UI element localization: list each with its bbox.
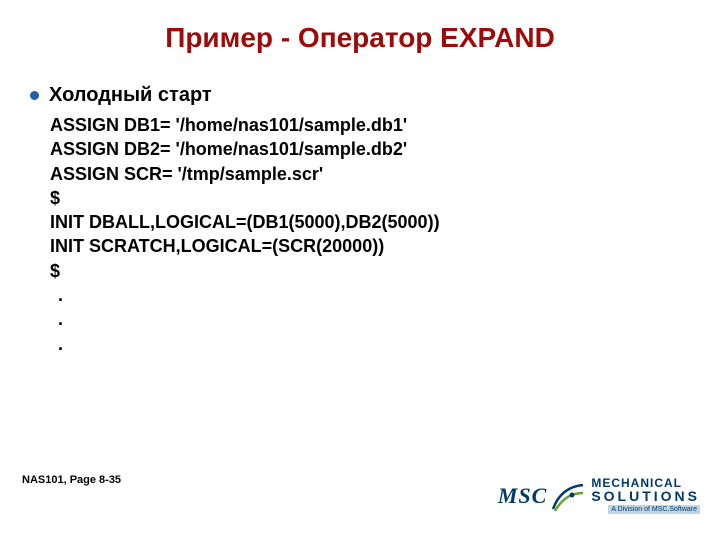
bullet-text: Холодный старт: [49, 84, 212, 107]
dot: .: [58, 332, 690, 356]
company-logo: MSC MECHANICAL SOLUTIONS A Division of M…: [498, 477, 700, 514]
code-block: ASSIGN DB1= '/home/nas101/sample.db1' AS…: [30, 113, 690, 283]
code-line: INIT DBALL,LOGICAL=(DB1(5000),DB2(5000)): [50, 212, 440, 232]
code-line: $: [50, 261, 60, 281]
code-line: ASSIGN SCR= '/tmp/sample.scr': [50, 164, 323, 184]
bullet-item: Холодный старт: [30, 84, 690, 107]
code-line: ASSIGN DB2= '/home/nas101/sample.db2': [50, 139, 407, 159]
logo-solutions: SOLUTIONS: [591, 489, 700, 503]
swoosh-icon: [551, 479, 585, 513]
code-line: ASSIGN DB1= '/home/nas101/sample.db1': [50, 115, 407, 135]
code-line: INIT SCRATCH,LOGICAL=(SCR(20000)): [50, 236, 384, 256]
ellipsis: . . .: [30, 283, 690, 356]
dot: .: [58, 283, 690, 307]
bullet-icon: [30, 91, 39, 100]
logo-msc-text: MSC: [498, 483, 547, 509]
dot: .: [58, 307, 690, 331]
logo-division: A Division of MSC.Software: [608, 505, 700, 514]
slide-title: Пример - Оператор EXPAND: [0, 0, 720, 54]
slide: Пример - Оператор EXPAND Холодный старт …: [0, 0, 720, 540]
page-footer: NAS101, Page 8-35: [22, 474, 121, 486]
slide-content: Холодный старт ASSIGN DB1= '/home/nas101…: [0, 54, 720, 356]
logo-right-block: MECHANICAL SOLUTIONS A Division of MSC.S…: [591, 477, 700, 514]
code-line: $: [50, 188, 60, 208]
